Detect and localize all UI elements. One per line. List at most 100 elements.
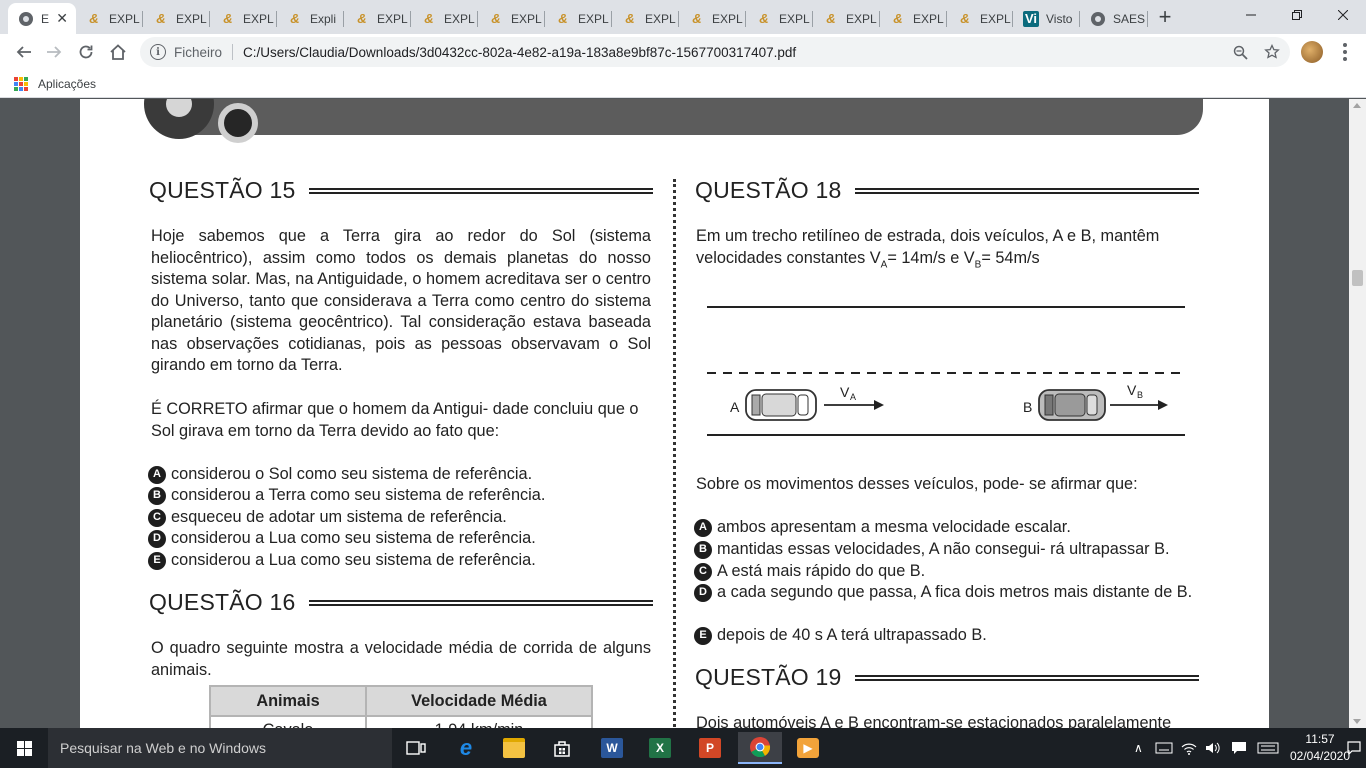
pdf-page: QUESTÃO 15 Hoje sabemos que a Terra gira… — [80, 99, 1269, 728]
tab-title: EXPL — [377, 11, 408, 26]
tab-item[interactable]: & EXPL — [344, 3, 411, 34]
document-icon: & — [89, 11, 99, 26]
reload-icon — [79, 45, 93, 59]
file-explorer-app[interactable] — [496, 732, 532, 764]
tab-item[interactable]: & EXPL — [478, 3, 545, 34]
option-letter-badge: E — [694, 627, 712, 645]
option-letter-badge: C — [148, 509, 166, 527]
option-b[interactable]: Bconsiderou a Terra como seu sistema de … — [148, 485, 652, 507]
browser-menu-icon[interactable] — [1335, 40, 1355, 64]
scroll-thumb[interactable] — [1352, 270, 1363, 286]
info-icon[interactable]: i — [150, 44, 166, 60]
edge-icon: e — [459, 735, 473, 760]
table-header: Velocidade Média — [365, 685, 593, 717]
word-app[interactable]: W — [594, 732, 630, 764]
option-d[interactable]: Dconsiderou a Lua como seu sistema de re… — [148, 528, 652, 550]
tab-item[interactable]: & Expli — [277, 3, 344, 34]
tab-item[interactable]: & EXPL — [612, 3, 679, 34]
apps-grid-icon[interactable] — [14, 76, 28, 91]
tab-title: EXPL — [779, 11, 810, 26]
tab-item[interactable]: & EXPL — [679, 3, 746, 34]
forward-button[interactable] — [40, 38, 68, 66]
tab-title: EXPL — [578, 11, 609, 26]
option-d[interactable]: Da cada segundo que passa, A fica dois m… — [694, 582, 1200, 604]
option-e[interactable]: Econsiderou a Lua como seu sistema de re… — [148, 550, 652, 572]
tab-title: SAES — [1113, 11, 1146, 26]
car-a: A V A — [730, 384, 884, 421]
option-c[interactable]: C A está mais rápido do que B. — [694, 561, 1200, 583]
document-icon: & — [558, 11, 568, 26]
option-e[interactable]: Edepois de 40 s A terá ultrapassado B. — [694, 625, 1200, 647]
document-icon: & — [960, 11, 970, 26]
start-button[interactable] — [0, 728, 48, 768]
option-letter-badge: B — [148, 487, 166, 505]
store-app[interactable] — [544, 732, 580, 764]
tab-item[interactable]: & EXPL — [947, 3, 1013, 34]
option-letter-badge: A — [148, 466, 166, 484]
new-tab-button[interactable]: + — [1152, 5, 1178, 31]
wifi-icon[interactable] — [1181, 741, 1197, 755]
option-letter-badge: A — [694, 519, 712, 537]
touch-keyboard-icon[interactable] — [1257, 741, 1279, 755]
tab-item[interactable]: & EXPL — [813, 3, 880, 34]
tab-item[interactable]: SAES — [1080, 3, 1148, 34]
scheme-label: Ficheiro — [174, 44, 223, 60]
profile-avatar[interactable] — [1301, 41, 1323, 63]
notification-message-icon[interactable] — [1231, 741, 1247, 755]
tab-item[interactable]: & EXPL — [880, 3, 947, 34]
question-18-intro: Em um trecho retilíneo de estrada, dois … — [696, 226, 1200, 275]
option-c[interactable]: Cesqueceu de adotar um sistema de referê… — [148, 507, 652, 529]
option-a[interactable]: Aconsiderou o Sol como seu sistema de re… — [148, 464, 652, 486]
document-icon: & — [491, 11, 501, 26]
tab-item[interactable]: & EXPL — [210, 3, 277, 34]
tab-title: EXPL — [846, 11, 877, 26]
close-tab-icon[interactable]: ✕ — [56, 10, 68, 27]
tab-title: Visto — [1046, 11, 1073, 26]
tab-item[interactable]: & EXPL — [545, 3, 612, 34]
bookmarks-bar: Aplicações — [0, 70, 1366, 98]
option-b[interactable]: Bmantidas essas velocidades, A não conse… — [694, 539, 1200, 561]
media-player-app[interactable]: ▶ — [790, 732, 826, 764]
tab-item[interactable]: & EXPL — [411, 3, 478, 34]
back-button[interactable] — [10, 38, 38, 66]
tab-strip: E ✕ & EXPL & EXPL & EXPL & Expli & EXPL & EXPL… — [0, 0, 1366, 34]
volume-icon[interactable] — [1205, 741, 1221, 755]
restore-button[interactable] — [1274, 0, 1320, 30]
option-letter-badge: B — [694, 541, 712, 559]
edge-app[interactable]: e — [448, 732, 484, 764]
option-text: ambos apresentam a mesma velocidade esca… — [717, 518, 1071, 536]
action-center-icon[interactable] — [1346, 740, 1362, 756]
question-18-heading: QUESTÃO 18 — [695, 177, 1199, 204]
tab-title: EXPL — [511, 11, 542, 26]
tab-item[interactable]: & EXPL — [143, 3, 210, 34]
task-view-button[interactable] — [398, 732, 434, 764]
zoom-button[interactable] — [1228, 37, 1252, 67]
tab-active-pdf[interactable]: E ✕ — [8, 3, 76, 34]
minimize-button[interactable] — [1228, 0, 1274, 30]
excel-app[interactable]: X — [642, 732, 678, 764]
vertical-scrollbar[interactable] — [1349, 99, 1366, 728]
show-hidden-icons-icon[interactable]: ∧ — [1134, 741, 1143, 755]
home-button[interactable] — [104, 38, 132, 66]
taskbar-search-box[interactable]: Pesquisar na Web e no Windows — [48, 728, 392, 768]
reload-button[interactable] — [72, 38, 100, 66]
scroll-up-arrow-icon[interactable] — [1353, 103, 1361, 108]
powerpoint-app[interactable]: P — [692, 732, 728, 764]
close-window-button[interactable] — [1320, 0, 1366, 30]
option-a[interactable]: Aambos apresentam a mesma velocidade esc… — [694, 517, 1200, 539]
tab-title: EXPL — [980, 11, 1011, 26]
apps-bookmark-label[interactable]: Aplicações — [38, 77, 96, 91]
keyboard-language-icon[interactable] — [1155, 741, 1173, 755]
chrome-app[interactable] — [738, 732, 782, 764]
scroll-down-arrow-icon[interactable] — [1353, 719, 1361, 724]
document-icon: & — [357, 11, 367, 26]
tab-item[interactable]: & EXPL — [76, 3, 143, 34]
bookmark-star-button[interactable] — [1260, 37, 1284, 67]
tab-item[interactable]: & EXPL — [746, 3, 813, 34]
url-text[interactable]: C:/Users/Claudia/Downloads/3d0432cc-802a… — [243, 45, 796, 60]
address-bar[interactable]: i Ficheiro C:/Users/Claudia/Downloads/3d… — [140, 37, 1290, 67]
tab-item[interactable]: Vi Visto — [1013, 3, 1080, 34]
zoom-icon — [1233, 45, 1248, 60]
table-cell: Cavalo — [209, 715, 367, 728]
table-row: Cavalo 1,94 km/min — [209, 715, 593, 728]
